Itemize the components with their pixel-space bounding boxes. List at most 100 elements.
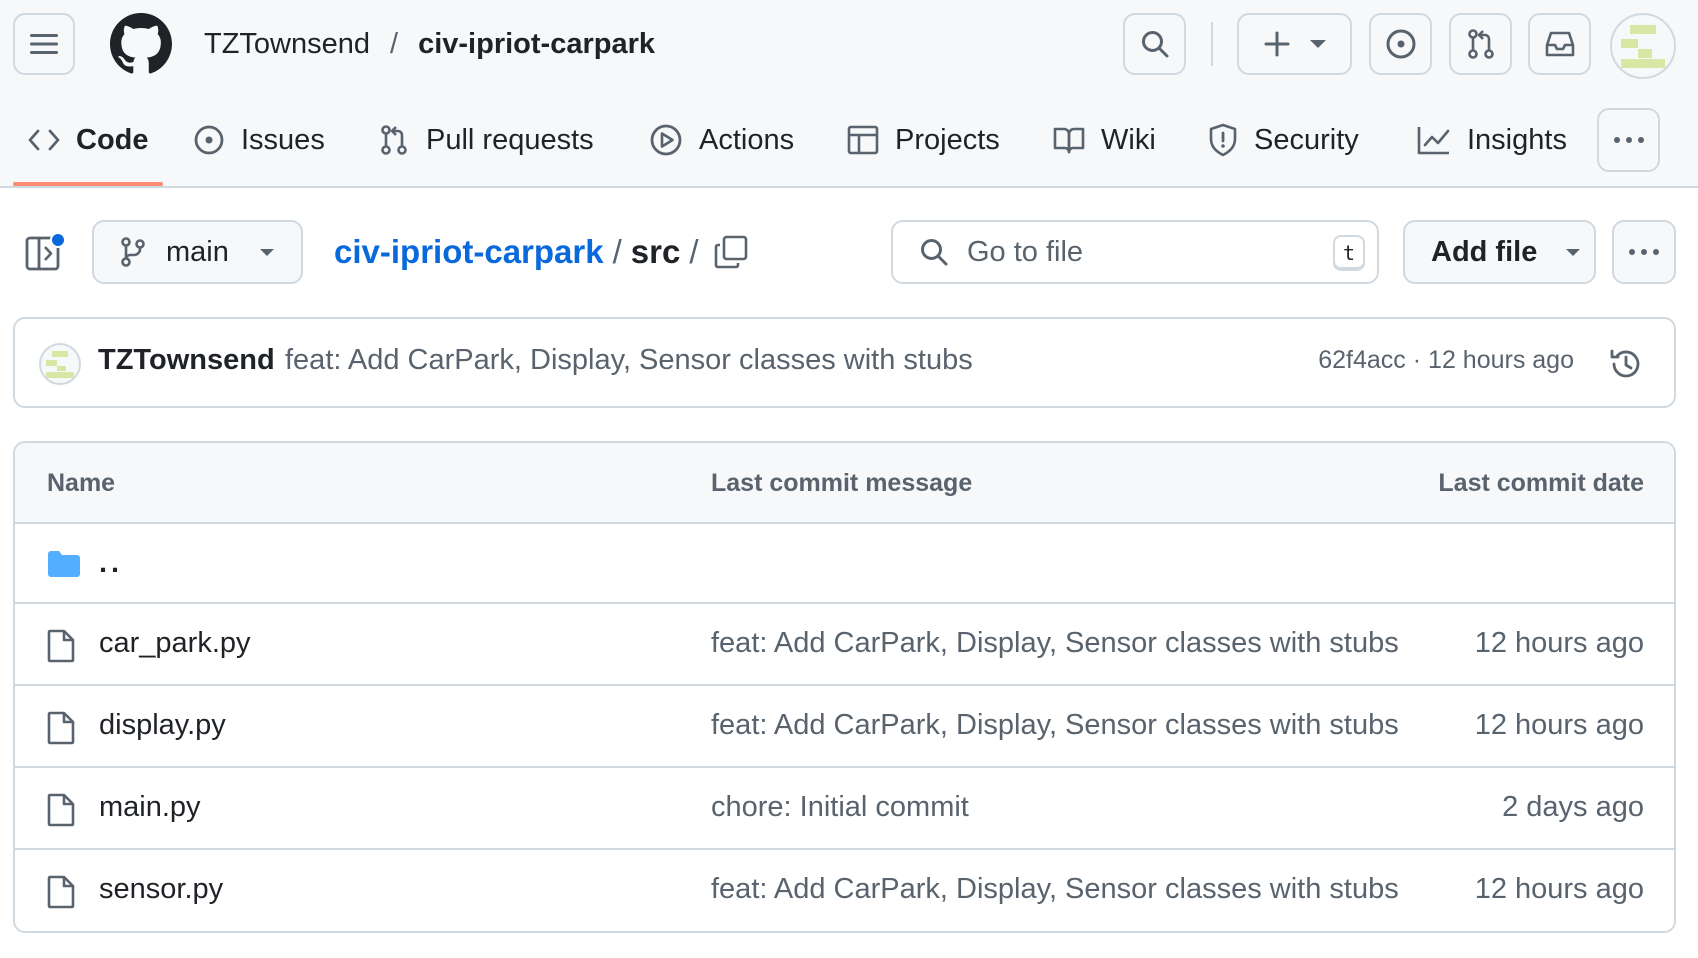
git-pull-request-icon	[381, 125, 407, 155]
graph-icon	[1417, 127, 1450, 155]
repo-link[interactable]: civ-ipriot-carpark	[418, 28, 655, 61]
commit-meta: 62f4acc · 12 hours ago	[1318, 346, 1574, 375]
commit-sha-link[interactable]: 62f4acc	[1318, 346, 1406, 374]
add-file-button[interactable]: Add file	[1403, 220, 1596, 284]
github-logo-icon[interactable]	[110, 13, 172, 75]
issue-opened-icon	[1386, 29, 1415, 59]
file-table: Name Last commit message Last commit dat…	[13, 441, 1676, 933]
active-tab-indicator	[13, 182, 163, 186]
table-row[interactable]: main.py chore: Initial commit 2 days ago	[15, 768, 1674, 850]
tab-projects[interactable]: Projects	[847, 108, 1000, 172]
global-header: TZTownsend / civ-ipriot-carpark Code Iss…	[0, 0, 1698, 188]
tab-code[interactable]: Code	[28, 108, 149, 172]
file-name-link[interactable]: main.py	[99, 791, 201, 824]
tab-actions[interactable]: Actions	[649, 108, 794, 172]
branch-selector[interactable]: main	[92, 220, 303, 284]
table-row[interactable]: sensor.py feat: Add CarPark, Display, Se…	[15, 850, 1674, 931]
file-icon	[47, 711, 75, 745]
file-name-link[interactable]: sensor.py	[99, 873, 223, 906]
table-row[interactable]: display.py feat: Add CarPark, Display, S…	[15, 686, 1674, 768]
commit-author-avatar[interactable]	[39, 343, 81, 385]
plus-icon	[1264, 31, 1289, 57]
commit-date: 12 hours ago	[1474, 873, 1644, 905]
kebab-horizontal-icon	[1629, 249, 1659, 255]
breadcrumb-separator: /	[612, 233, 622, 270]
more-options-button[interactable]	[1612, 220, 1676, 284]
parent-directory-link[interactable]: ..	[99, 547, 123, 580]
caret-down-icon	[1309, 40, 1326, 48]
issue-opened-icon	[194, 125, 224, 155]
breadcrumb-trailing-separator: /	[689, 233, 699, 270]
play-icon	[650, 124, 682, 156]
shield-icon	[1209, 123, 1237, 157]
inbox-icon	[1545, 31, 1574, 57]
tab-issues[interactable]: Issues	[193, 108, 325, 172]
git-pull-request-icon	[1467, 29, 1494, 59]
tab-security[interactable]: Security	[1208, 108, 1359, 172]
tab-label: Actions	[699, 123, 795, 156]
code-icon	[28, 129, 60, 151]
tab-wiki[interactable]: Wiki	[1053, 108, 1156, 172]
copy-path-icon[interactable]	[714, 235, 748, 269]
commit-message-link[interactable]: feat: Add CarPark, Display, Sensor class…	[711, 627, 1399, 660]
latest-commit-box: TZTownsend feat: Add CarPark, Display, S…	[13, 317, 1676, 408]
history-icon[interactable]	[1608, 346, 1644, 382]
owner-link[interactable]: TZTownsend	[204, 28, 370, 61]
commit-date: 12 hours ago	[1474, 709, 1644, 741]
caret-down-icon	[259, 248, 274, 256]
commit-date: 12 hours ago	[1474, 627, 1644, 659]
tab-label: Code	[76, 123, 149, 156]
user-avatar[interactable]	[1610, 13, 1676, 79]
table-header: Name Last commit message Last commit dat…	[15, 443, 1674, 524]
file-name-link[interactable]: display.py	[99, 709, 226, 742]
tab-label: Issues	[241, 123, 325, 156]
menu-button[interactable]	[13, 13, 75, 75]
git-branch-icon	[121, 237, 145, 267]
context-separator: /	[390, 27, 399, 60]
parent-directory-row[interactable]: ..	[15, 524, 1674, 604]
notifications-button[interactable]	[1528, 13, 1591, 75]
table-icon	[847, 125, 879, 155]
repo-nav-more-button[interactable]	[1597, 108, 1660, 172]
file-name-link[interactable]: car_park.py	[99, 627, 251, 660]
identicon-avatar-icon	[46, 351, 74, 378]
file-icon	[47, 629, 75, 663]
column-header-message: Last commit message	[711, 469, 973, 497]
search-button[interactable]	[1123, 13, 1186, 75]
sidebar-notification-dot	[50, 232, 66, 248]
table-row[interactable]: car_park.py feat: Add CarPark, Display, …	[15, 604, 1674, 686]
breadcrumb-repo-link[interactable]: civ-ipriot-carpark	[334, 233, 604, 271]
commit-date: 2 days ago	[1502, 791, 1644, 823]
kebab-horizontal-icon	[1613, 137, 1644, 143]
tab-label: Projects	[895, 123, 1000, 156]
commit-message-link[interactable]: chore: Initial commit	[711, 791, 969, 824]
your-issues-button[interactable]	[1369, 13, 1432, 75]
identicon-avatar-icon	[1621, 25, 1665, 68]
breadcrumb-current-dir: src	[630, 233, 681, 270]
search-icon	[1141, 31, 1168, 58]
your-pull-requests-button[interactable]	[1449, 13, 1512, 75]
hamburger-icon	[30, 34, 58, 54]
file-icon	[47, 793, 75, 827]
go-to-file-input[interactable]: Go to file t	[891, 220, 1379, 284]
add-file-label: Add file	[1431, 235, 1538, 268]
tab-insights[interactable]: Insights	[1417, 108, 1567, 172]
tab-label: Insights	[1467, 123, 1567, 156]
tab-label: Security	[1254, 123, 1359, 156]
go-to-file-placeholder: Go to file	[967, 235, 1084, 268]
commit-message-link[interactable]: feat: Add CarPark, Display, Sensor class…	[711, 709, 1399, 742]
caret-down-icon	[1566, 248, 1581, 256]
column-header-date: Last commit date	[1438, 469, 1644, 497]
create-new-button[interactable]	[1237, 13, 1352, 75]
commit-meta-separator: ·	[1412, 346, 1422, 374]
commit-message-link[interactable]: feat: Add CarPark, Display, Sensor class…	[285, 344, 973, 377]
commit-message-link[interactable]: feat: Add CarPark, Display, Sensor class…	[711, 873, 1399, 906]
header-divider	[1211, 22, 1213, 66]
repo-nav: Code Issues Pull requests Actions Projec…	[0, 108, 1698, 188]
repo-context: TZTownsend / civ-ipriot-carpark	[204, 26, 655, 62]
tab-pull-requests[interactable]: Pull requests	[378, 108, 594, 172]
keyboard-shortcut-hint: t	[1333, 235, 1365, 271]
breadcrumb: civ-ipriot-carpark / src /	[334, 230, 708, 274]
book-icon	[1053, 127, 1085, 154]
commit-author-link[interactable]: TZTownsend	[98, 344, 275, 377]
